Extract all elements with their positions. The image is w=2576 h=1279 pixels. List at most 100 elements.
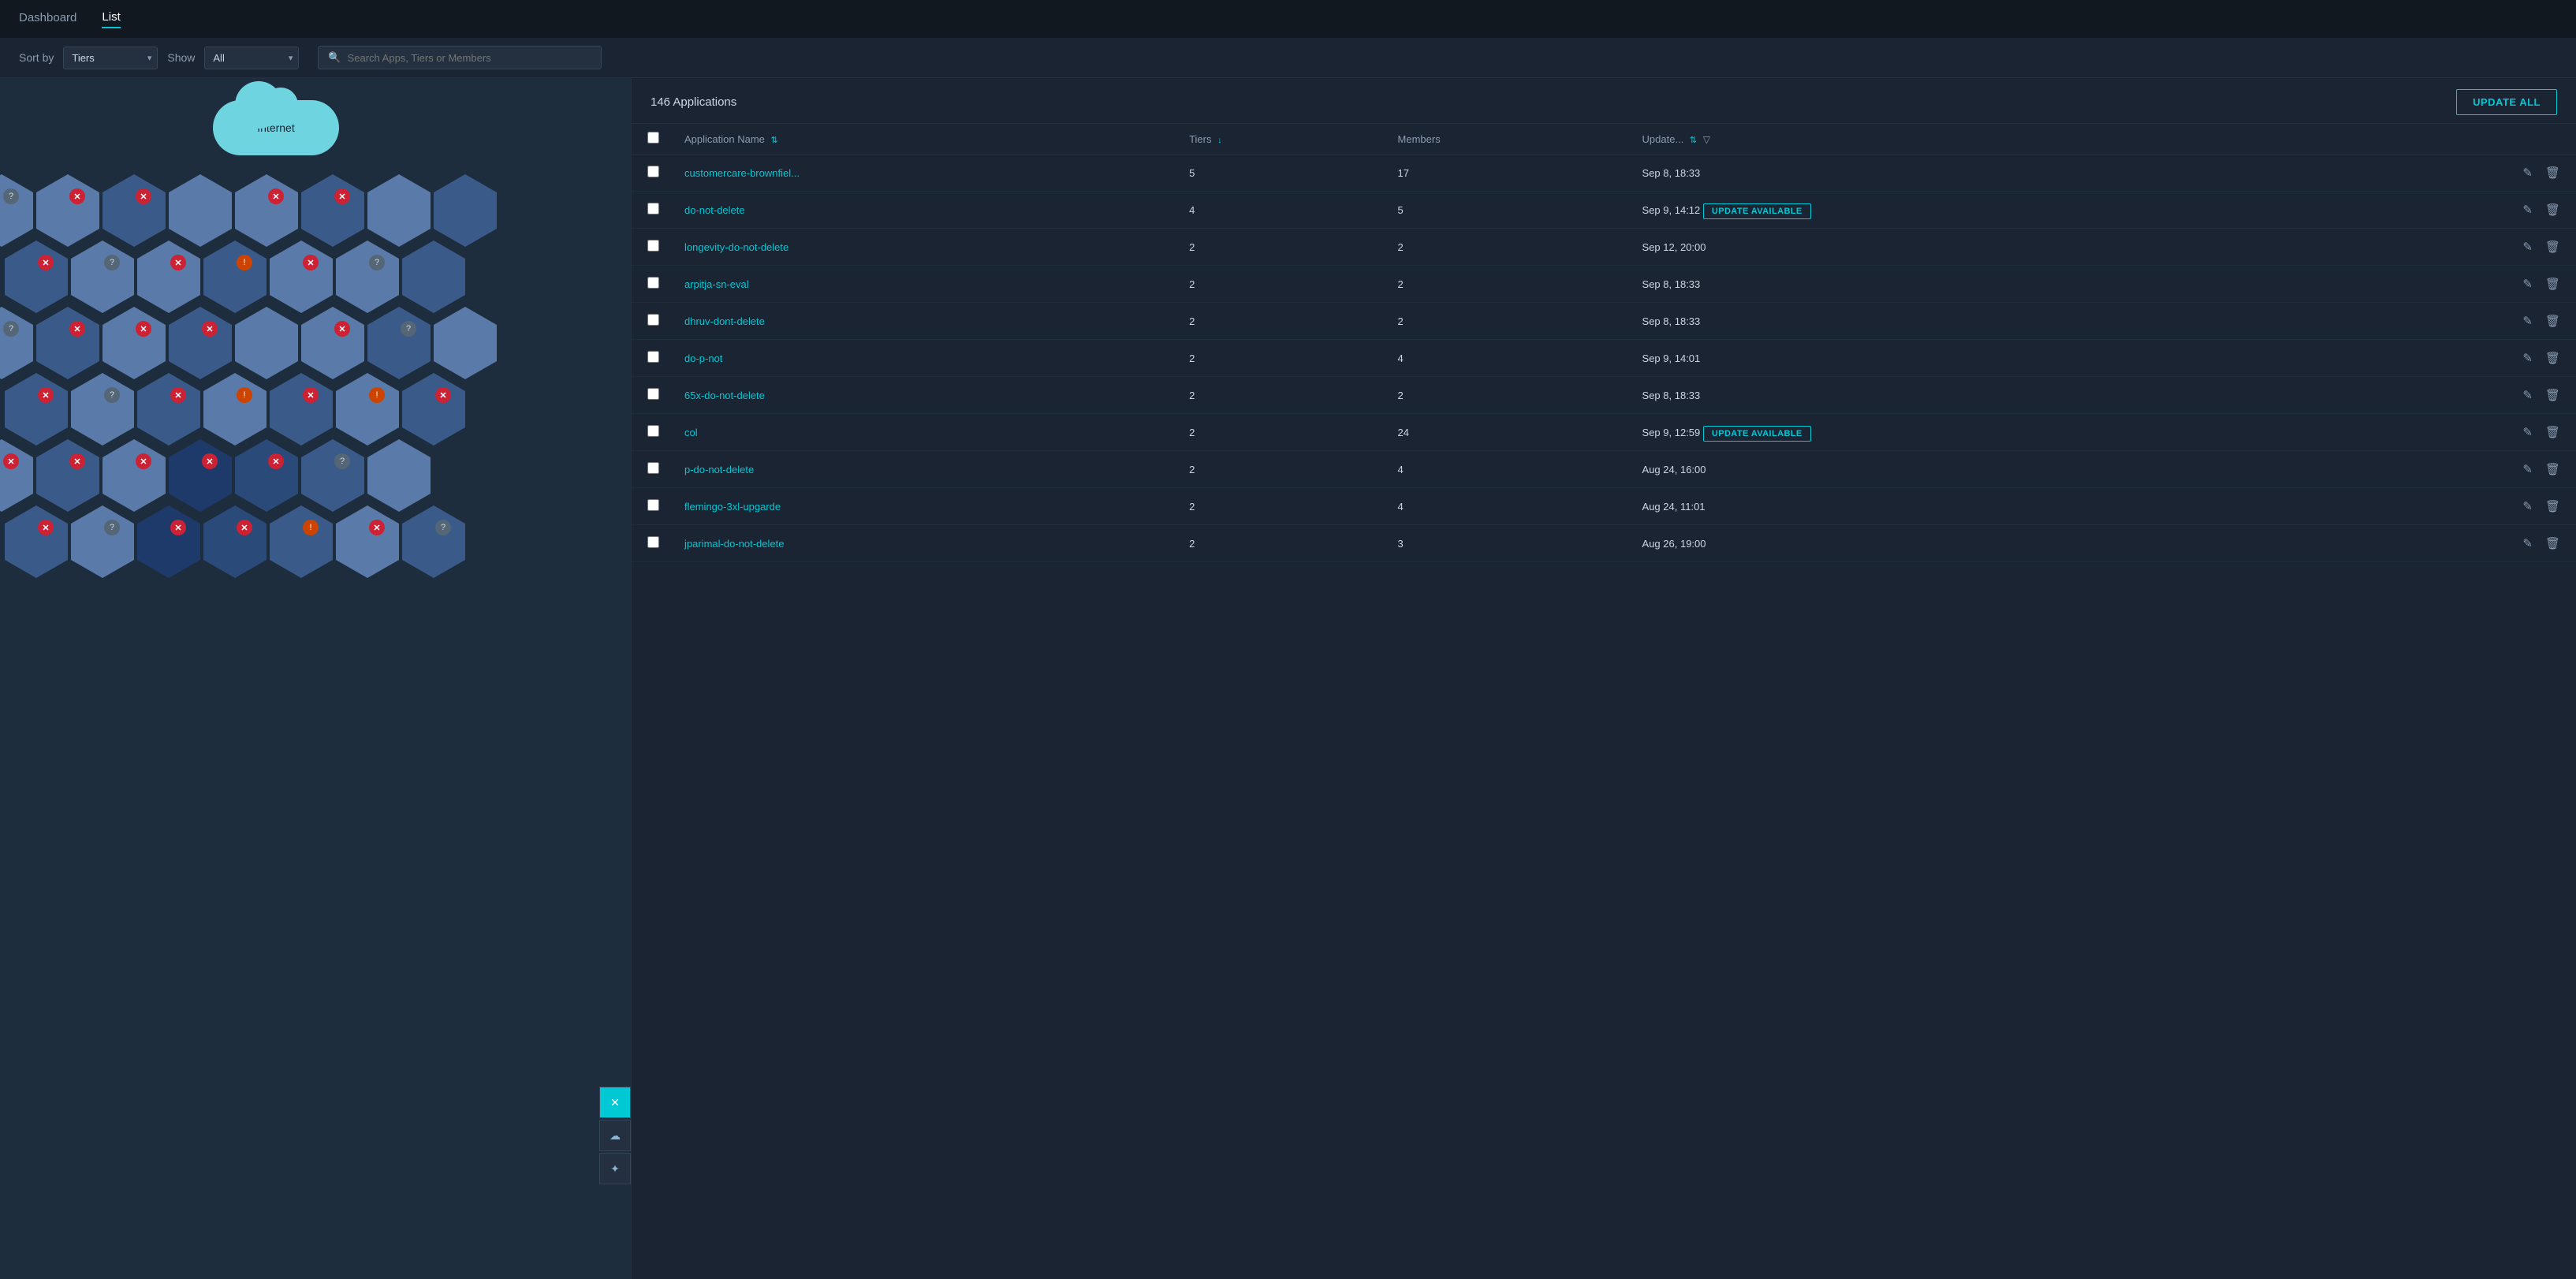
hex-node[interactable]: ✕	[336, 505, 399, 578]
hex-node[interactable]: ?	[367, 307, 431, 379]
delete-button[interactable]: 🗑	[2542, 275, 2563, 293]
row-checkbox[interactable]	[647, 351, 659, 363]
app-name-link[interactable]: arpitja-sn-eval	[684, 278, 749, 290]
update-available-badge[interactable]: UPDATE AVAILABLE	[1703, 426, 1811, 442]
select-all-checkbox[interactable]	[647, 132, 659, 144]
nav-list[interactable]: List	[102, 10, 120, 28]
hex-node[interactable]: ✕	[5, 505, 68, 578]
hex-node[interactable]: ✕	[36, 439, 99, 512]
edit-button[interactable]: ✎	[2519, 535, 2536, 552]
hex-node[interactable]: ✕	[137, 241, 200, 313]
delete-button[interactable]: 🗑	[2542, 164, 2563, 181]
hex-node[interactable]: ✕	[235, 439, 298, 512]
hex-node[interactable]	[169, 174, 232, 247]
app-name-link[interactable]: dhruv-dont-delete	[684, 315, 765, 327]
search-input[interactable]	[348, 52, 592, 64]
row-checkbox[interactable]	[647, 240, 659, 252]
hex-node[interactable]: ✕	[36, 307, 99, 379]
row-checkbox[interactable]	[647, 388, 659, 400]
hex-node[interactable]: !	[336, 373, 399, 446]
close-side-btn[interactable]: ✕	[599, 1087, 631, 1118]
update-all-button[interactable]: UPDATE ALL	[2456, 89, 2557, 115]
row-checkbox[interactable]	[647, 499, 659, 511]
app-name-link[interactable]: p-do-not-delete	[684, 464, 754, 475]
app-name-link[interactable]: col	[684, 427, 698, 438]
edit-button[interactable]: ✎	[2519, 275, 2536, 293]
row-checkbox[interactable]	[647, 536, 659, 548]
edit-button[interactable]: ✎	[2519, 164, 2536, 181]
hex-node[interactable]: ✕	[270, 373, 333, 446]
delete-button[interactable]: 🗑	[2542, 498, 2563, 515]
cloud-side-btn[interactable]: ☁	[599, 1120, 631, 1151]
hex-node[interactable]	[367, 439, 431, 512]
edit-button[interactable]: ✎	[2519, 312, 2536, 330]
hex-node[interactable]: !	[203, 241, 267, 313]
app-name-link[interactable]: do-p-not	[684, 352, 722, 364]
hex-node[interactable]: ?	[402, 505, 465, 578]
hex-node[interactable]: ✕	[5, 373, 68, 446]
delete-button[interactable]: 🗑	[2542, 238, 2563, 255]
hex-node[interactable]: ✕	[103, 174, 166, 247]
delete-button[interactable]: 🗑	[2542, 349, 2563, 367]
row-checkbox[interactable]	[647, 277, 659, 289]
update-available-badge[interactable]: UPDATE AVAILABLE	[1703, 203, 1811, 219]
app-name-link[interactable]: do-not-delete	[684, 204, 745, 216]
edit-button[interactable]: ✎	[2519, 238, 2536, 255]
hex-node[interactable]: ✕	[169, 307, 232, 379]
edit-button[interactable]: ✎	[2519, 349, 2536, 367]
hex-node[interactable]: ✕	[235, 174, 298, 247]
hex-node[interactable]: ?	[0, 174, 33, 247]
edit-button[interactable]: ✎	[2519, 461, 2536, 478]
row-checkbox[interactable]	[647, 462, 659, 474]
hex-node[interactable]: !	[203, 373, 267, 446]
delete-button[interactable]: 🗑	[2542, 201, 2563, 218]
hex-node[interactable]: ✕	[0, 439, 33, 512]
hex-node[interactable]: ✕	[103, 307, 166, 379]
delete-button[interactable]: 🗑	[2542, 386, 2563, 404]
hex-node[interactable]	[235, 307, 298, 379]
hex-node[interactable]: ✕	[270, 241, 333, 313]
edit-button[interactable]: ✎	[2519, 201, 2536, 218]
edit-button[interactable]: ✎	[2519, 423, 2536, 441]
hex-node[interactable]: ✕	[36, 174, 99, 247]
hex-node[interactable]: ✕	[402, 373, 465, 446]
sort-select[interactable]: Tiers	[63, 47, 158, 69]
hex-node[interactable]	[402, 241, 465, 313]
hex-node[interactable]: ?	[0, 307, 33, 379]
hex-node[interactable]: ✕	[169, 439, 232, 512]
hex-node[interactable]: ?	[71, 505, 134, 578]
hex-node[interactable]: ✕	[103, 439, 166, 512]
hex-node[interactable]: ✕	[137, 505, 200, 578]
hex-node[interactable]: ✕	[137, 373, 200, 446]
hex-node[interactable]: ✕	[301, 307, 364, 379]
updated-sort-icon[interactable]: ⇅	[1690, 136, 1697, 145]
hex-node[interactable]: ✕	[5, 241, 68, 313]
hex-node[interactable]: ?	[71, 373, 134, 446]
app-name-sort-icon[interactable]: ⇅	[771, 136, 778, 145]
row-checkbox[interactable]	[647, 166, 659, 177]
app-name-link[interactable]: longevity-do-not-delete	[684, 241, 788, 253]
delete-button[interactable]: 🗑	[2542, 312, 2563, 330]
hex-node[interactable]: ?	[71, 241, 134, 313]
hex-node[interactable]	[367, 174, 431, 247]
delete-button[interactable]: 🗑	[2542, 535, 2563, 552]
row-checkbox[interactable]	[647, 314, 659, 326]
settings-side-btn[interactable]: ✦	[599, 1153, 631, 1184]
delete-button[interactable]: 🗑	[2542, 461, 2563, 478]
row-checkbox[interactable]	[647, 425, 659, 437]
delete-button[interactable]: 🗑	[2542, 423, 2563, 441]
row-checkbox[interactable]	[647, 203, 659, 214]
app-name-link[interactable]: 65x-do-not-delete	[684, 390, 765, 401]
hex-node[interactable]	[434, 307, 497, 379]
hex-node[interactable]: ✕	[203, 505, 267, 578]
hex-node[interactable]: !	[270, 505, 333, 578]
hex-node[interactable]	[434, 174, 497, 247]
hex-node[interactable]: ?	[336, 241, 399, 313]
app-name-link[interactable]: flemingo-3xl-upgarde	[684, 501, 781, 513]
app-name-link[interactable]: jparimal-do-not-delete	[684, 538, 784, 550]
tiers-sort-icon[interactable]: ↓	[1217, 136, 1222, 145]
hex-node[interactable]: ?	[301, 439, 364, 512]
edit-button[interactable]: ✎	[2519, 498, 2536, 515]
app-name-link[interactable]: customercare-brownfiel...	[684, 167, 800, 179]
updated-filter-icon[interactable]: ▽	[1703, 134, 1710, 145]
